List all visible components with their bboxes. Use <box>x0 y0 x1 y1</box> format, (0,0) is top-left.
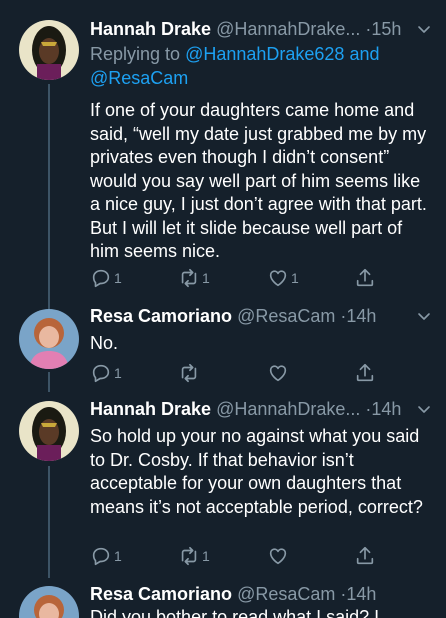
mention-link[interactable]: @HannahDrake628 <box>185 44 344 64</box>
chevron-down-icon[interactable] <box>416 401 432 417</box>
timestamp[interactable]: 14h <box>346 584 376 604</box>
display-name[interactable]: Hannah Drake <box>90 19 211 39</box>
separator-dot: · <box>360 399 372 419</box>
tweet-actions: 1 <box>90 360 390 386</box>
timestamp[interactable]: 14h <box>346 306 376 326</box>
user-handle[interactable]: @ResaCam <box>237 306 335 326</box>
retweet-button[interactable]: 1 <box>178 265 210 291</box>
heart-icon <box>267 267 289 289</box>
tweet-actions: 1 1 <box>90 543 390 569</box>
avatar[interactable] <box>19 309 79 369</box>
heart-icon <box>267 545 289 567</box>
tweet[interactable]: Resa Camoriano @ResaCam ·14h Did you bot… <box>0 580 446 618</box>
separator-dot: · <box>335 584 347 604</box>
avatar[interactable] <box>19 586 79 618</box>
reply-button[interactable]: 1 <box>90 543 122 569</box>
share-button[interactable] <box>354 360 376 386</box>
share-icon <box>354 545 376 567</box>
tweet-actions: 1 1 1 <box>90 265 390 291</box>
separator-dot: · <box>335 306 347 326</box>
retweet-icon <box>178 545 200 567</box>
tweet[interactable]: Hannah Drake @HannahDrake... ·14h So hol… <box>0 395 446 580</box>
retweet-button[interactable]: 1 <box>178 543 210 569</box>
tweet[interactable]: Hannah Drake @HannahDrake... ·15h Replyi… <box>0 0 446 300</box>
reply-button[interactable]: 1 <box>90 265 122 291</box>
retweet-count: 1 <box>202 548 210 564</box>
tweet-text: So hold up your no against what you said… <box>90 426 423 517</box>
replying-to: Replying to @HannahDrake628 and @ResaCam <box>90 42 432 90</box>
tweet-text: Did you bother to read what I said? I <box>90 607 380 618</box>
avatar[interactable] <box>19 20 79 80</box>
like-button[interactable] <box>267 543 289 569</box>
reply-button[interactable]: 1 <box>90 360 122 386</box>
avatar[interactable] <box>19 401 79 461</box>
like-count: 1 <box>291 270 299 286</box>
share-button[interactable] <box>354 543 376 569</box>
comment-icon <box>90 267 112 289</box>
tweet-header: Resa Camoriano @ResaCam ·14h <box>90 582 432 606</box>
mention-link[interactable]: @ResaCam <box>90 68 188 88</box>
user-handle[interactable]: @HannahDrake... <box>216 399 360 419</box>
separator-dot: · <box>360 19 372 39</box>
timestamp[interactable]: 14h <box>371 399 401 419</box>
retweet-icon <box>178 362 200 384</box>
reply-count: 1 <box>114 270 122 286</box>
retweet-button[interactable] <box>178 360 200 386</box>
display-name[interactable]: Resa Camoriano <box>90 584 232 604</box>
display-name[interactable]: Hannah Drake <box>90 399 211 419</box>
retweet-icon <box>178 267 200 289</box>
display-name[interactable]: Resa Camoriano <box>90 306 232 326</box>
reply-count: 1 <box>114 365 122 381</box>
tweet-header: Hannah Drake @HannahDrake... ·14h <box>90 397 432 421</box>
mention-and[interactable]: and <box>344 44 379 64</box>
timestamp[interactable]: 15h <box>371 19 401 39</box>
share-button[interactable] <box>354 265 376 291</box>
share-icon <box>354 362 376 384</box>
tweet[interactable]: Resa Camoriano @ResaCam ·14h No. 1 <box>0 300 446 395</box>
tweet-text: If one of your daughters came home and s… <box>90 100 427 261</box>
chevron-down-icon[interactable] <box>416 21 432 37</box>
like-button[interactable]: 1 <box>267 265 299 291</box>
user-handle[interactable]: @ResaCam <box>237 584 335 604</box>
chevron-down-icon[interactable] <box>416 308 432 324</box>
like-button[interactable] <box>267 360 289 386</box>
tweet-header: Hannah Drake @HannahDrake... ·15h <box>90 17 432 41</box>
comment-icon <box>90 545 112 567</box>
heart-icon <box>267 362 289 384</box>
replying-to-label: Replying to <box>90 44 186 64</box>
tweet-text: No. <box>90 333 119 353</box>
retweet-count: 1 <box>202 270 210 286</box>
tweet-header: Resa Camoriano @ResaCam ·14h <box>90 304 432 328</box>
share-icon <box>354 267 376 289</box>
comment-icon <box>90 362 112 384</box>
reply-count: 1 <box>114 548 122 564</box>
user-handle[interactable]: @HannahDrake... <box>216 19 360 39</box>
